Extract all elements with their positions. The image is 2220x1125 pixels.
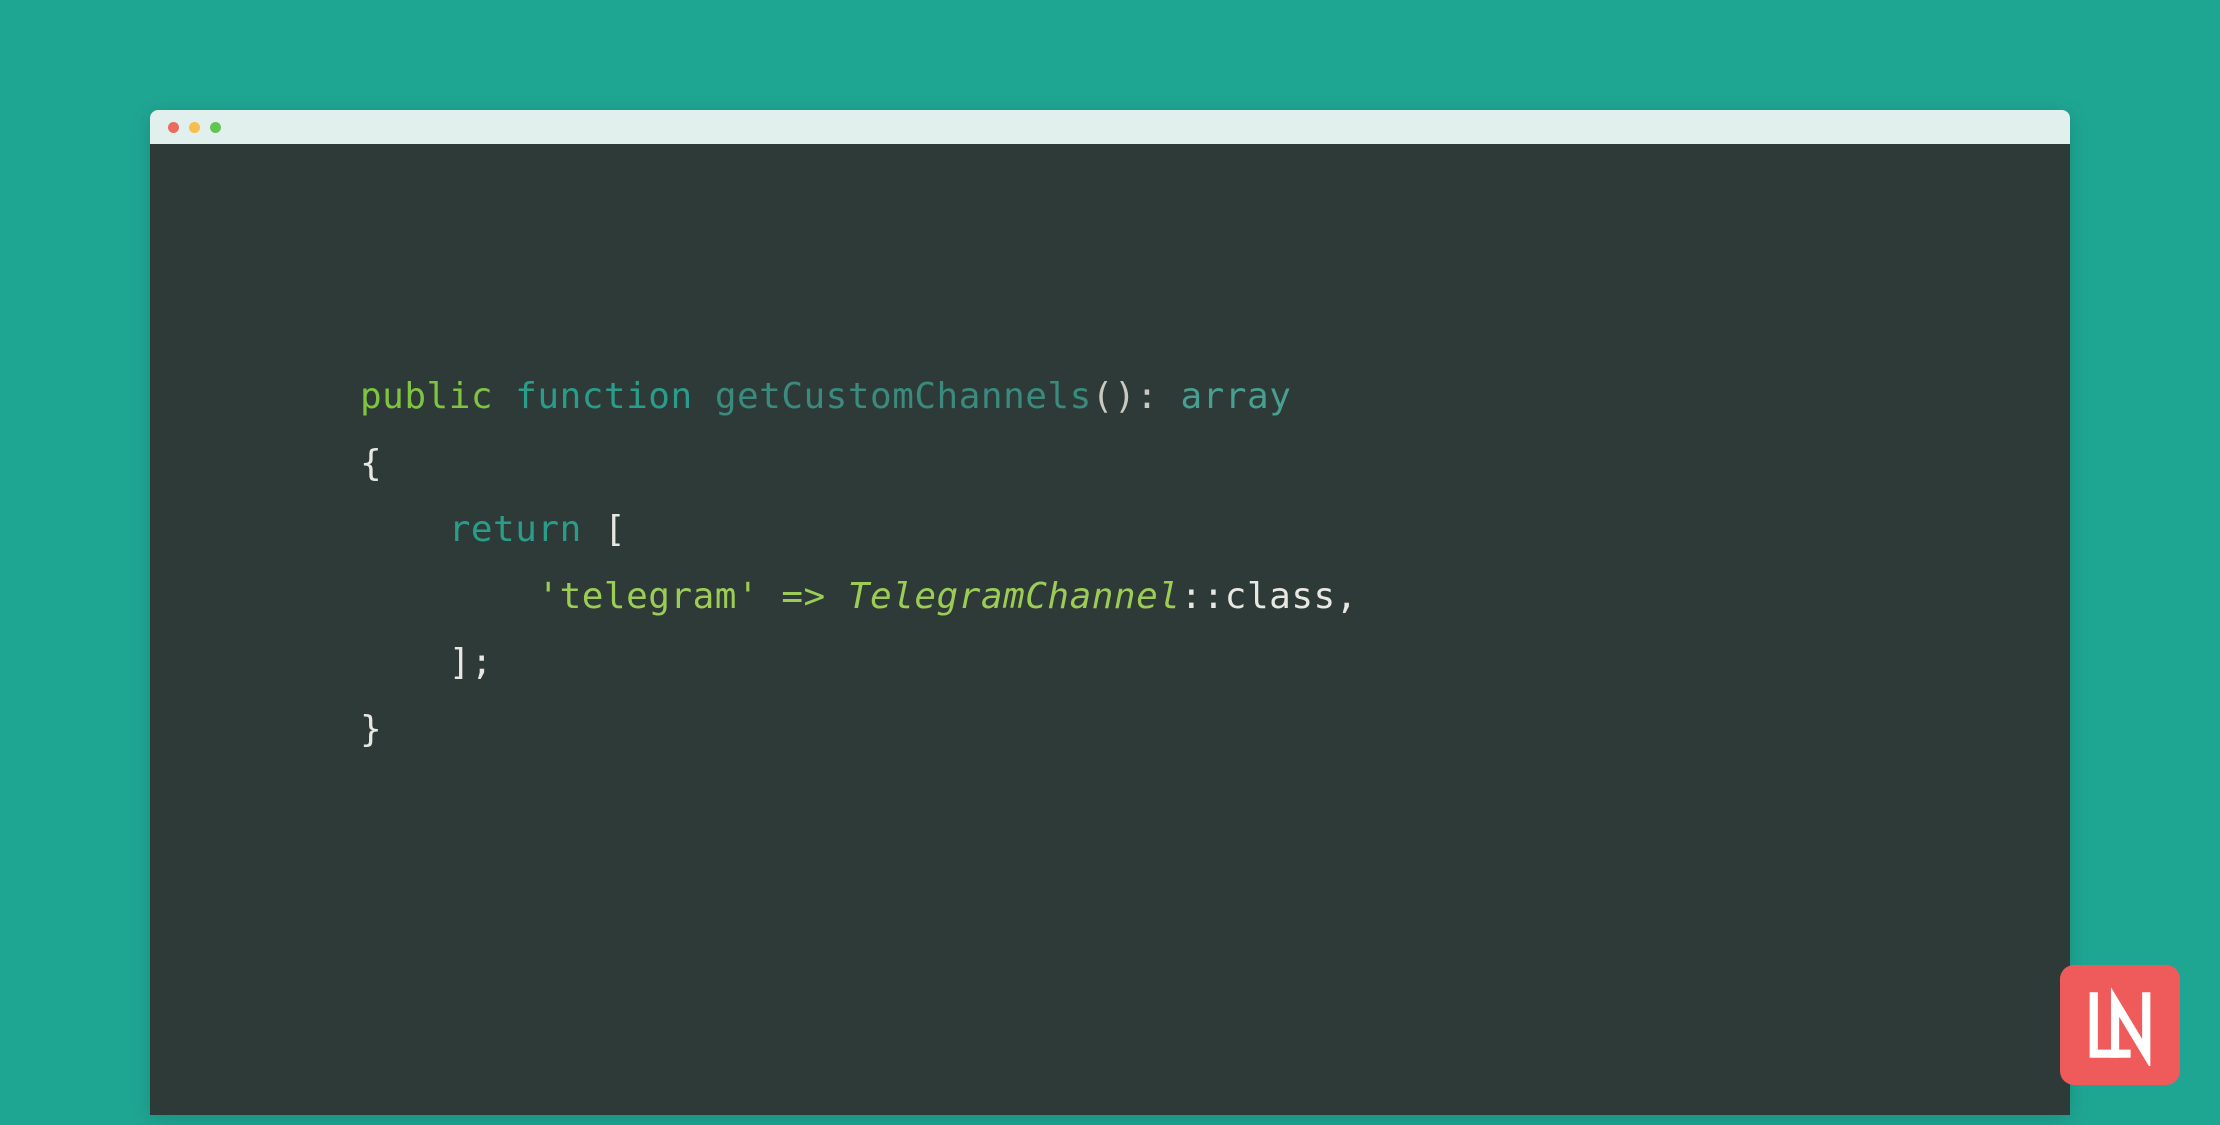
minimize-icon[interactable]	[189, 122, 200, 133]
code-line-4: 'telegram' => TelegramChannel::class,	[360, 564, 2070, 631]
close-brace: }	[360, 709, 382, 750]
open-brace: {	[360, 443, 382, 484]
open-bracket: [	[604, 509, 626, 550]
keyword-public: public	[360, 376, 493, 417]
parentheses: ()	[1092, 376, 1136, 417]
colon: :	[1136, 376, 1180, 417]
indent	[360, 509, 449, 550]
function-name: getCustomChannels	[715, 376, 1092, 417]
arrow-operator: =>	[759, 576, 848, 617]
code-line-5: ];	[360, 630, 2070, 697]
code-line-1: public function getCustomChannels(): arr…	[360, 364, 2070, 431]
close-bracket: ];	[449, 642, 493, 683]
code-window: public function getCustomChannels(): arr…	[150, 110, 2070, 1115]
string-literal: 'telegram'	[537, 576, 759, 617]
return-type: array	[1181, 376, 1292, 417]
window-titlebar	[150, 110, 2070, 144]
close-icon[interactable]	[168, 122, 179, 133]
indent	[360, 576, 537, 617]
ln-logo-icon	[2079, 984, 2161, 1066]
indent	[360, 642, 449, 683]
maximize-icon[interactable]	[210, 122, 221, 133]
keyword-function: function	[515, 376, 692, 417]
code-line-6: }	[360, 697, 2070, 764]
class-name: TelegramChannel	[848, 576, 1181, 617]
code-editor: public function getCustomChannels(): arr…	[150, 144, 2070, 764]
code-line-2: {	[360, 431, 2070, 498]
logo-badge	[2060, 965, 2180, 1085]
keyword-return: return	[449, 509, 582, 550]
code-line-3: return [	[360, 497, 2070, 564]
static-class: ::class,	[1180, 576, 1357, 617]
